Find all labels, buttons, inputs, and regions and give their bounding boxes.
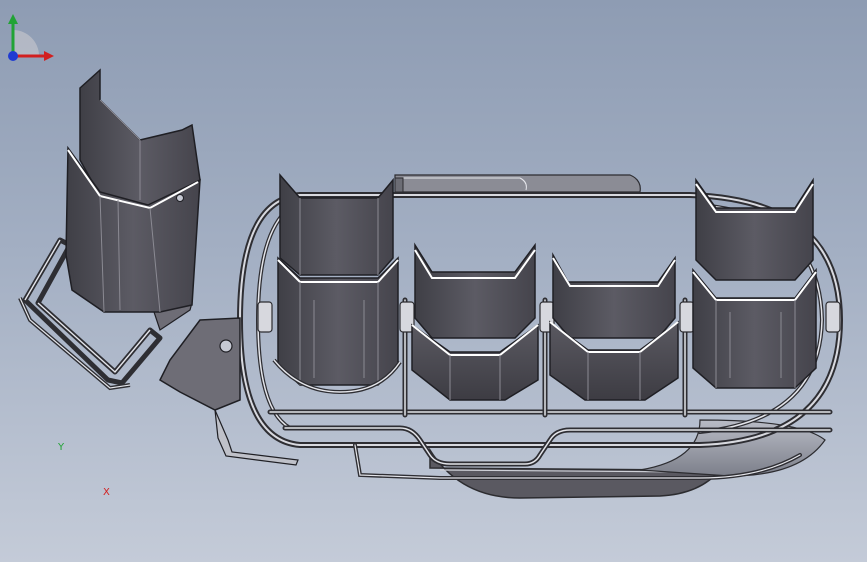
cup-holder-3[interactable] [549,252,679,401]
coordinate-triad-icon[interactable] [0,0,70,70]
cad-graphics-viewport[interactable]: Y X [0,0,867,562]
axis-x-label: X [103,487,110,498]
axis-y-label: Y [58,442,65,453]
cup-holder-1[interactable] [272,172,402,395]
swing-arm-cup-holder[interactable] [18,68,201,391]
assembly-model[interactable] [0,0,867,562]
cup-holder-4[interactable] [692,177,817,389]
cup-holder-2[interactable] [411,242,539,401]
top-hinge-bar [394,174,641,193]
